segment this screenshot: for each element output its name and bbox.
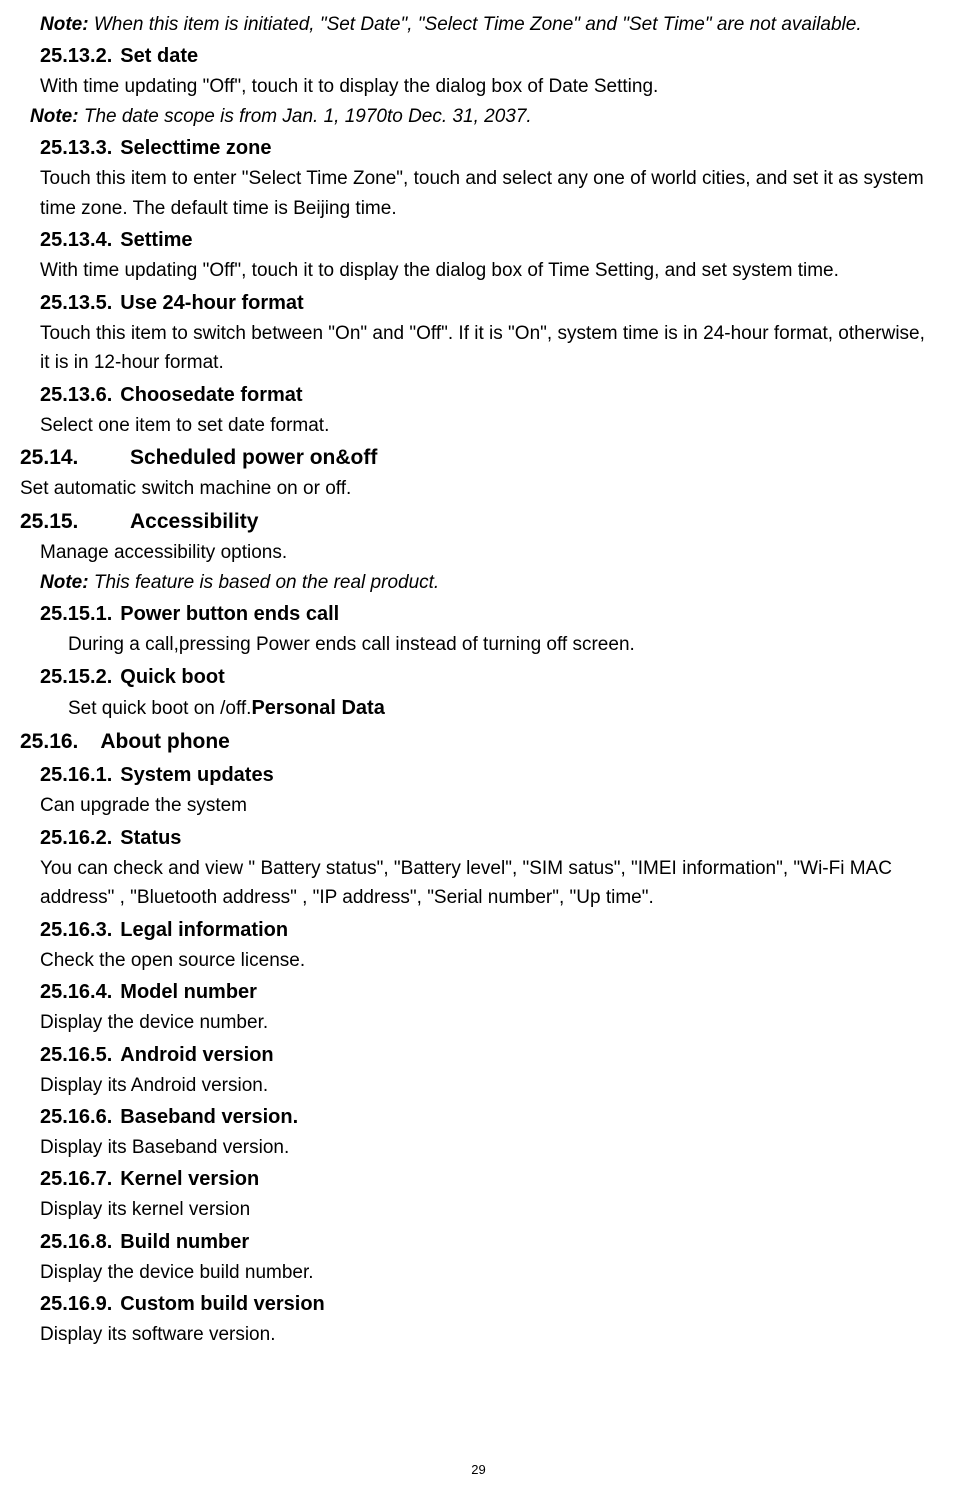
heading-number: 25.13.4.: [40, 225, 112, 256]
heading-25-16-2: 25.16.2. Status: [40, 823, 937, 854]
heading-number: 25.16.: [20, 726, 78, 759]
heading-number: 25.13.2.: [40, 41, 112, 72]
heading-25-16-3: 25.16.3. Legal information: [40, 915, 937, 946]
heading-number: 25.16.6.: [40, 1102, 112, 1133]
body-25-13-5: Touch this item to switch between "On" a…: [40, 319, 937, 378]
body-25-16-7: Display its kernel version: [40, 1195, 937, 1224]
inline-heading-personal-data: Personal Data: [251, 697, 384, 719]
heading-title: Power button ends call: [120, 603, 339, 625]
heading-25-16-8: 25.16.8. Build number: [40, 1227, 937, 1258]
heading-number: 25.16.7.: [40, 1164, 112, 1195]
heading-25-14: 25.14.Scheduled power on&off: [20, 442, 937, 475]
heading-title: About phone: [100, 730, 229, 753]
heading-25-15-2: 25.15.2. Quick boot: [40, 662, 937, 693]
heading-25-15-1: 25.15.1. Power button ends call: [40, 599, 937, 630]
heading-25-16-9: 25.16.9. Custom build version: [40, 1289, 937, 1320]
heading-title: Android version: [120, 1044, 273, 1066]
heading-title: Use 24-hour format: [120, 292, 303, 314]
body-25-13-3: Touch this item to enter "Select Time Zo…: [40, 164, 937, 223]
note-label: Note:: [40, 572, 89, 593]
heading-25-16-7: 25.16.7. Kernel version: [40, 1164, 937, 1195]
body-text-25-15-2: Set quick boot on /off.: [68, 698, 251, 719]
body-25-16-5: Display its Android version.: [40, 1071, 937, 1100]
heading-title: Model number: [120, 981, 257, 1003]
note-line-25-15: Note: This feature is based on the real …: [40, 568, 937, 597]
heading-title: Status: [120, 827, 181, 849]
heading-title: Selecttime zone: [120, 137, 271, 159]
heading-number: 25.16.2.: [40, 823, 112, 854]
body-25-16-2: You can check and view " Battery status"…: [40, 854, 937, 913]
body-25-13-4: With time updating "Off", touch it to di…: [40, 256, 937, 285]
heading-25-13-2: 25.13.2. Set date: [40, 41, 937, 72]
heading-title: Set date: [120, 45, 198, 67]
body-25-13-2: With time updating "Off", touch it to di…: [40, 72, 937, 101]
body-25-14: Set automatic switch machine on or off.: [20, 474, 937, 503]
heading-25-16-4: 25.16.4. Model number: [40, 977, 937, 1008]
heading-25-16-1: 25.16.1. System updates: [40, 760, 937, 791]
body-25-15: Manage accessibility options.: [40, 538, 937, 567]
body-25-15-1: During a call,pressing Power ends call i…: [68, 630, 937, 659]
heading-title: Accessibility: [130, 510, 258, 533]
heading-number: 25.16.1.: [40, 760, 112, 791]
heading-title: Choosedate format: [120, 384, 302, 406]
heading-title: System updates: [120, 764, 273, 786]
heading-number: 25.16.3.: [40, 915, 112, 946]
heading-number: 25.16.9.: [40, 1289, 112, 1320]
body-25-16-6: Display its Baseband version.: [40, 1133, 937, 1162]
heading-number: 25.13.6.: [40, 380, 112, 411]
heading-number: 25.16.8.: [40, 1227, 112, 1258]
heading-title: Settime: [120, 229, 192, 251]
heading-25-16-5: 25.16.5. Android version: [40, 1040, 937, 1071]
note-label: Note:: [40, 14, 89, 35]
body-25-15-2: Set quick boot on /off.Personal Data: [68, 693, 937, 724]
heading-title: Legal information: [120, 919, 288, 941]
heading-title: Kernel version: [120, 1168, 259, 1190]
heading-25-13-4: 25.13.4. Settime: [40, 225, 937, 256]
heading-title: Build number: [120, 1231, 249, 1253]
heading-25-15: 25.15.Accessibility: [20, 506, 937, 539]
note-line-25-13-2: Note: The date scope is from Jan. 1, 197…: [30, 102, 937, 131]
heading-25-16-6: 25.16.6. Baseband version.: [40, 1102, 937, 1133]
note-text: The date scope is from Jan. 1, 1970to De…: [79, 106, 532, 127]
heading-number: 25.16.4.: [40, 977, 112, 1008]
heading-title: Baseband version.: [120, 1106, 298, 1128]
page-number: 29: [20, 1460, 937, 1480]
heading-number: 25.15.: [20, 506, 130, 539]
heading-title: Quick boot: [120, 666, 224, 688]
body-25-16-1: Can upgrade the system: [40, 791, 937, 820]
body-25-16-4: Display the device number.: [40, 1008, 937, 1037]
heading-title: Scheduled power on&off: [130, 446, 377, 469]
heading-number: 25.13.3.: [40, 133, 112, 164]
heading-25-13-3: 25.13.3. Selecttime zone: [40, 133, 937, 164]
heading-25-13-5: 25.13.5. Use 24-hour format: [40, 288, 937, 319]
heading-25-13-6: 25.13.6. Choosedate format: [40, 380, 937, 411]
body-25-16-8: Display the device build number.: [40, 1258, 937, 1287]
heading-25-16: 25.16. About phone: [20, 726, 937, 759]
heading-number: 25.14.: [20, 442, 130, 475]
note-text: When this item is initiated, "Set Date",…: [89, 14, 862, 35]
heading-title: Custom build version: [120, 1293, 324, 1315]
body-25-16-9: Display its software version.: [40, 1320, 937, 1349]
body-25-16-3: Check the open source license.: [40, 946, 937, 975]
heading-number: 25.15.2.: [40, 662, 112, 693]
heading-number: 25.13.5.: [40, 288, 112, 319]
heading-number: 25.16.5.: [40, 1040, 112, 1071]
note-text: This feature is based on the real produc…: [89, 572, 440, 593]
heading-number: 25.15.1.: [40, 599, 112, 630]
body-25-13-6: Select one item to set date format.: [40, 411, 937, 440]
note-line: Note: When this item is initiated, "Set …: [40, 10, 937, 39]
note-label: Note:: [30, 106, 79, 127]
